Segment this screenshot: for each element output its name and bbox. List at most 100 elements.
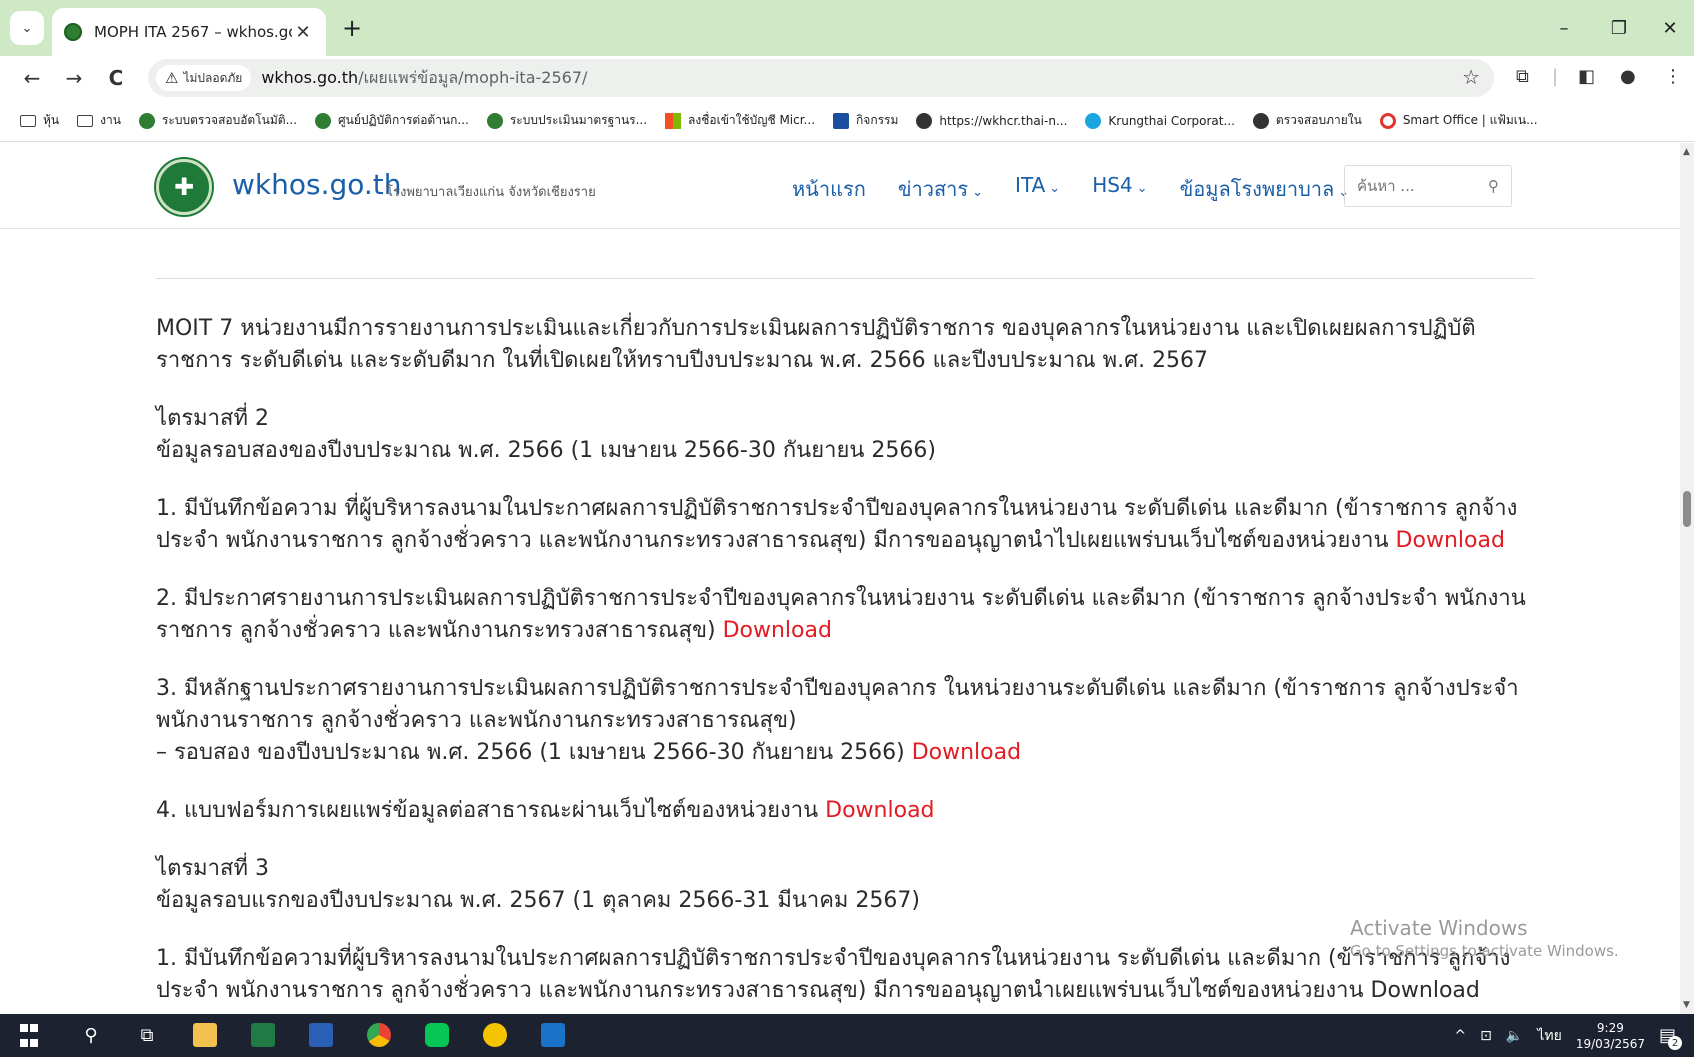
bookmark-label: หุ้น xyxy=(43,113,60,127)
search-icon[interactable]: ⚲ xyxy=(1488,177,1499,195)
windows-start-icon[interactable] xyxy=(18,1020,40,1050)
site-search: ⚲ xyxy=(1344,165,1512,207)
input-language[interactable]: ไทย xyxy=(1537,1025,1561,1047)
minimize-button[interactable]: – xyxy=(1546,12,1582,44)
download-text: Download xyxy=(1370,978,1480,1003)
file-explorer-icon[interactable] xyxy=(190,1020,220,1050)
forward-button[interactable]: → xyxy=(58,62,90,94)
nav-item-label: ข้อมูลโรงพยาบาล xyxy=(1179,177,1335,201)
q2-item-2-text: 2. มีประกาศรายงานการประเมินผลการปฏิบัติร… xyxy=(156,586,1526,643)
side-panel-icon[interactable]: ◧ xyxy=(1578,66,1595,87)
bookmark-item[interactable]: กิจกรรม xyxy=(833,111,898,130)
nav-item[interactable]: HS4 ⌄ xyxy=(1092,173,1147,205)
bookmark-label: งาน xyxy=(100,113,121,127)
warning-icon: ⚠ xyxy=(165,69,179,87)
q2-item-3: 3. มีหลักฐานประกาศรายงานการประเมินผลการป… xyxy=(156,673,1534,769)
close-window-button[interactable]: ✕ xyxy=(1652,12,1688,44)
scroll-down-icon[interactable]: ▼ xyxy=(1683,1000,1690,1010)
tab-active[interactable]: MOPH ITA 2567 – wkhos.go.th ✕ xyxy=(52,8,326,56)
search-input[interactable] xyxy=(1357,177,1477,195)
url-text[interactable]: wkhos.go.th/เผยแพร่ข้อมูล/moph-ita-2567/ xyxy=(261,66,587,91)
chrome-icon[interactable] xyxy=(364,1020,394,1050)
toolbar-divider: | xyxy=(1552,66,1559,87)
q2-item-4: 4. แบบฟอร์มการเผยแพร่ข้อมูลต่อสาธารณะผ่า… xyxy=(156,795,1534,827)
download-link[interactable]: Download xyxy=(723,618,832,643)
bookmark-item[interactable]: ระบบตรวจสอบอัตโนมัติ... xyxy=(138,111,297,130)
chevron-down-icon: ⌄ xyxy=(972,185,984,200)
nav-item-label: หน้าแรก xyxy=(792,177,866,201)
tab-close-icon[interactable]: ✕ xyxy=(292,22,314,43)
nav-item[interactable]: ข่าวสาร ⌄ xyxy=(898,173,983,205)
mail-icon[interactable] xyxy=(538,1020,568,1050)
hospital-logo[interactable]: ✚ xyxy=(156,159,212,215)
q3-item-1-text: 1. มีบันทึกข้อความที่ผู้บริหารลงนามในประ… xyxy=(156,946,1511,1003)
extensions-icon[interactable]: ⧉ xyxy=(1516,66,1529,87)
bookmark-label: Smart Office | แฟ้มเน... xyxy=(1402,113,1538,127)
app-warning-icon[interactable] xyxy=(480,1020,510,1050)
tab-title: MOPH ITA 2567 – wkhos.go.th xyxy=(94,23,292,41)
q2-subheading: ข้อมูลรอบสองของปีงบประมาณ พ.ศ. 2566 (1 เ… xyxy=(156,438,936,463)
line-icon[interactable] xyxy=(422,1020,452,1050)
bookmark-item[interactable]: งาน xyxy=(77,111,121,130)
site-header: ✚ wkhos.go.th โรงพยาบาลเวียงแก่น จังหวัด… xyxy=(0,143,1680,229)
reload-button[interactable]: C xyxy=(100,62,132,94)
search-icon[interactable]: ⚲ xyxy=(76,1020,106,1050)
bookmark-item[interactable]: Smart Office | แฟ้มเน... xyxy=(1379,111,1538,130)
clock-time: 9:29 xyxy=(1596,1020,1624,1035)
folder-icon xyxy=(20,114,36,127)
menu-kebab-icon[interactable]: ⋮ xyxy=(1664,66,1682,87)
clock[interactable]: 9:29 19/03/2567 xyxy=(1576,1020,1645,1052)
bookmark-item[interactable]: ศูนย์ปฏิบัติการต่อต้านก... xyxy=(315,111,469,130)
notification-icon[interactable]: ▤ 2 xyxy=(1659,1025,1682,1050)
security-chip[interactable]: ⚠ ไม่ปลอดภัย xyxy=(156,65,252,91)
url-path: /เผยแพร่ข้อมูล/moph-ita-2567/ xyxy=(358,67,588,87)
download-link[interactable]: Download xyxy=(825,798,934,823)
bookmark-item[interactable]: ลงชื่อเข้าใช้บัญชี Micr... xyxy=(665,111,815,130)
network-icon[interactable]: ⊡ xyxy=(1480,1028,1492,1044)
bookmark-item[interactable]: ระบบประเมินมาตรฐานร... xyxy=(486,111,647,130)
restore-button[interactable]: ❐ xyxy=(1601,12,1637,44)
bookmark-item[interactable]: ตรวจสอบภายใน xyxy=(1252,111,1362,130)
nav-item[interactable]: หน้าแรก xyxy=(792,173,866,205)
back-button[interactable]: ← xyxy=(16,62,48,94)
word-icon[interactable] xyxy=(306,1020,336,1050)
clock-date: 19/03/2567 xyxy=(1575,1036,1645,1051)
browser-toolbar: ← → C ⚠ ไม่ปลอดภัย wkhos.go.th/เผยแพร่ข้… xyxy=(0,56,1694,100)
nav-item[interactable]: ITA ⌄ xyxy=(1015,173,1060,205)
bookmark-item[interactable]: Krungthai Corporat... xyxy=(1085,112,1235,129)
article-content: MOIT 7 หน่วยงานมีการรายงานการประเมินและเ… xyxy=(156,278,1534,1014)
security-label: ไม่ปลอดภัย xyxy=(183,70,243,85)
address-bar[interactable]: ⚠ ไม่ปลอดภัย wkhos.go.th/เผยแพร่ข้อมูล/m… xyxy=(148,59,1494,97)
task-view-icon[interactable]: ⧉ xyxy=(132,1020,162,1050)
bookmark-item[interactable]: https://wkhcr.thai-n... xyxy=(916,112,1067,129)
bookmark-favicon-icon xyxy=(1252,112,1269,129)
volume-icon[interactable]: 🔈 xyxy=(1506,1028,1523,1044)
activate-title: Activate Windows xyxy=(1350,916,1528,940)
q2-item-2: 2. มีประกาศรายงานการประเมินผลการปฏิบัติร… xyxy=(156,583,1534,647)
bookmarks-bar: หุ้น งาน ระบบตรวจสอบอัตโนมัติ... ศูนย์ปฏิบั… xyxy=(0,100,1694,142)
new-tab-button[interactable]: + xyxy=(336,12,368,44)
page-scrollbar[interactable]: ▲ ▼ xyxy=(1680,143,1694,1014)
windows-taskbar: ⚲ ⧉ ^ ⊡ 🔈 ไทย 9:29 19/03/2567 ▤ 2 xyxy=(0,1014,1694,1057)
site-favicon-icon xyxy=(64,23,82,41)
nav-item-label: ข่าวสาร xyxy=(897,177,969,201)
tab-search-button[interactable]: ⌄ xyxy=(10,11,44,45)
excel-icon[interactable] xyxy=(248,1020,278,1050)
bookmark-item[interactable]: หุ้น xyxy=(20,111,59,130)
download-link[interactable]: Download xyxy=(1396,528,1505,553)
scroll-up-icon[interactable]: ▲ xyxy=(1683,147,1690,157)
nav-item-label: ITA xyxy=(1015,173,1046,197)
site-name[interactable]: wkhos.go.th xyxy=(232,168,402,201)
q2-block: ไตรมาสที่ 2 ข้อมูลรอบสองของปีงบประมาณ พ.… xyxy=(156,403,1534,467)
download-link[interactable]: Download xyxy=(912,740,1021,765)
scrollbar-thumb[interactable] xyxy=(1683,491,1691,527)
nav-item-label: HS4 xyxy=(1092,173,1133,197)
bookmark-label: ลงชื่อเข้าใช้บัญชี Micr... xyxy=(688,113,816,127)
nav-item[interactable]: ข้อมูลโรงพยาบาล ⌄ xyxy=(1180,173,1350,205)
bookmark-star-icon[interactable]: ☆ xyxy=(1462,65,1480,89)
q2-item-1: 1. มีบันทึกข้อความ ที่ผู้บริหารลงนามในปร… xyxy=(156,493,1534,557)
q2-heading: ไตรมาสที่ 2 xyxy=(156,406,269,431)
tray-chevron-icon[interactable]: ^ xyxy=(1454,1028,1466,1044)
profile-avatar-icon[interactable]: ● xyxy=(1620,66,1636,87)
notification-badge: 2 xyxy=(1668,1036,1682,1050)
